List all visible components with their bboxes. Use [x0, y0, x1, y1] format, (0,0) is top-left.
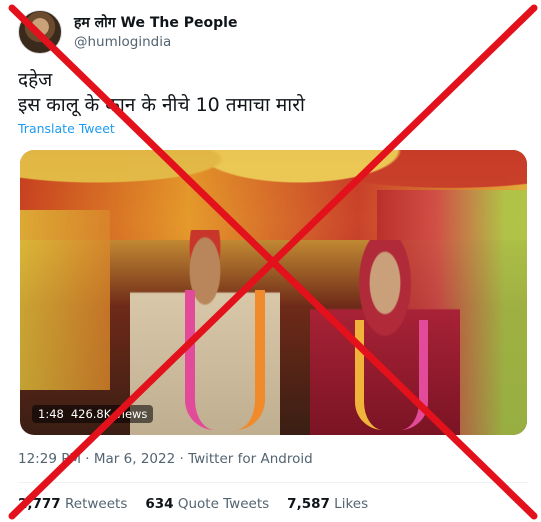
tweet-text-line-1: दहेज: [18, 69, 53, 91]
likes-stat[interactable]: 7,587 Likes: [287, 496, 368, 512]
tweet-header: हम लोग We The People @humlogindia: [18, 10, 237, 54]
tweet-source[interactable]: Twitter for Android: [188, 451, 313, 467]
tweet-card: हम लोग We The People @humlogindia दहेज इ…: [0, 0, 541, 522]
divider: [18, 482, 528, 483]
quote-tweets-count: 634: [145, 496, 174, 512]
video-view-count: 426.8K views: [70, 407, 148, 421]
tweet-date[interactable]: Mar 6, 2022: [94, 451, 175, 467]
video-duration: 1:48: [38, 407, 64, 421]
video-frame-bride-garland: [355, 320, 428, 430]
author-names: हम लोग We The People @humlogindia: [74, 14, 237, 51]
video-player[interactable]: 1:48 426.8K views: [20, 150, 527, 435]
retweets-stat[interactable]: 2,777 Retweets: [18, 496, 127, 512]
likes-count: 7,587: [287, 496, 330, 512]
tweet-text: दहेज इस कालू के कान के नीचे 10 तमाचा मार…: [18, 68, 305, 118]
tweet-timestamp: 12:29 PM · Mar 6, 2022 · Twitter for And…: [18, 451, 313, 467]
quote-tweets-label: Quote Tweets: [177, 496, 270, 512]
tweet-text-line-2: इस कालू के कान के नीचे 10 तमाचा मारो: [18, 94, 305, 116]
meta-separator-1: ·: [85, 451, 90, 467]
translate-tweet-link[interactable]: Translate Tweet: [18, 121, 115, 136]
video-frame-groom-garland: [185, 290, 265, 430]
avatar[interactable]: [18, 10, 62, 54]
video-meta-badge: 1:48 426.8K views: [32, 405, 154, 423]
video-frame-drape-left: [20, 210, 110, 390]
author-display-name[interactable]: हम लोग We The People: [74, 14, 237, 33]
author-handle[interactable]: @humlogindia: [74, 33, 237, 51]
retweets-count: 2,777: [18, 496, 61, 512]
quote-tweets-stat[interactable]: 634 Quote Tweets: [145, 496, 269, 512]
meta-separator-2: ·: [179, 451, 184, 467]
likes-label: Likes: [334, 496, 369, 512]
retweets-label: Retweets: [65, 496, 128, 512]
tweet-time[interactable]: 12:29 PM: [18, 451, 81, 467]
engagement-stats: 2,777 Retweets 634 Quote Tweets 7,587 Li…: [18, 496, 386, 512]
